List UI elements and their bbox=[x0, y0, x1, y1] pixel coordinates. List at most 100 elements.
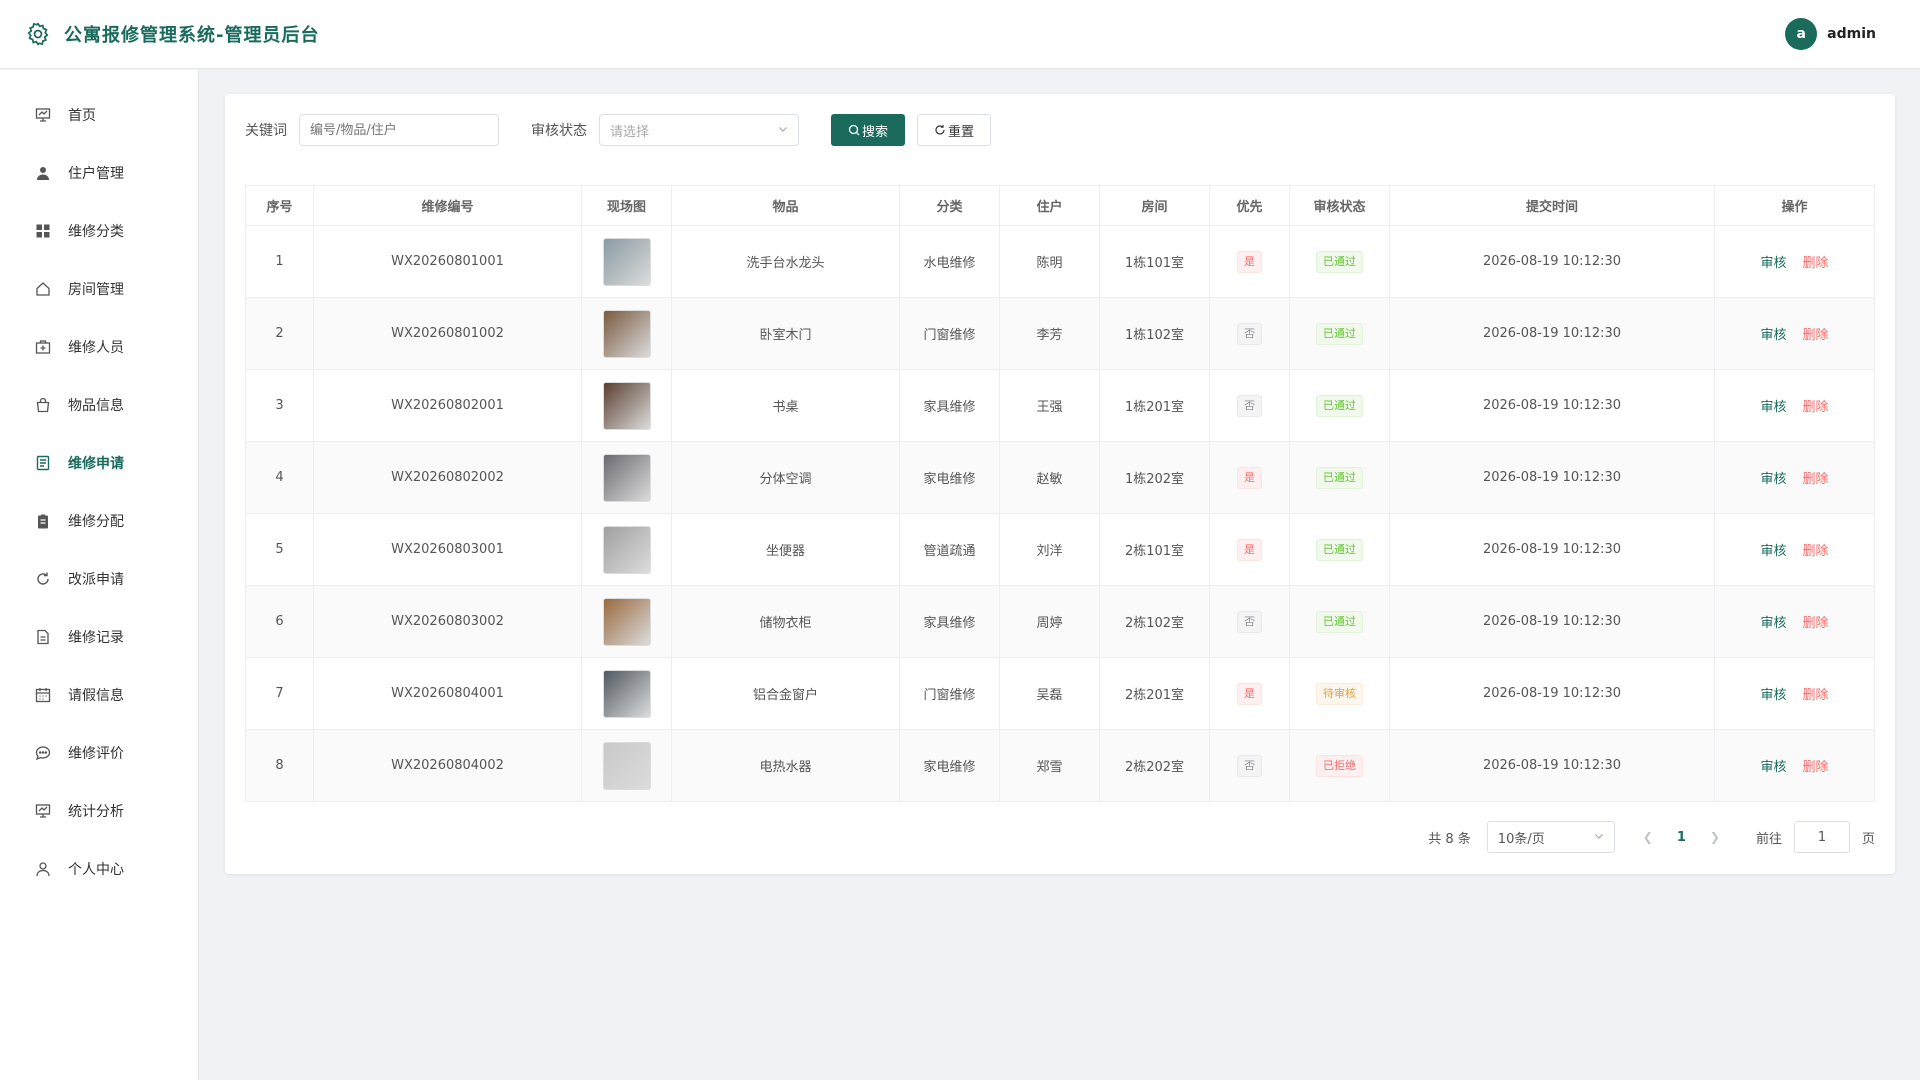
site-photo-thumbnail[interactable] bbox=[602, 525, 651, 574]
sidebar-item-home[interactable]: 首页 bbox=[0, 86, 198, 144]
cell-submit-time: 2026-08-19 10:12:30 bbox=[1389, 225, 1715, 298]
sidebar-item-repair-requests[interactable]: 维修申请 bbox=[0, 434, 198, 492]
audit-button[interactable]: 审核 bbox=[1760, 328, 1786, 343]
cell-category: 管道疏通 bbox=[899, 513, 1000, 586]
sidebar-item-rooms[interactable]: 房间管理 bbox=[0, 260, 198, 318]
sidebar-item-categories[interactable]: 维修分类 bbox=[0, 202, 198, 260]
audit-button[interactable]: 审核 bbox=[1760, 616, 1786, 631]
site-photo-thumbnail[interactable] bbox=[602, 309, 651, 358]
priority-tag: 否 bbox=[1237, 754, 1262, 777]
cell-actions: 审核 删除 bbox=[1714, 657, 1875, 730]
cell-room: 1栋202室 bbox=[1099, 441, 1210, 514]
site-photo-thumbnail[interactable] bbox=[602, 381, 651, 430]
cell-index: 1 bbox=[245, 225, 314, 298]
audit-button[interactable]: 审核 bbox=[1760, 400, 1786, 415]
cell-category: 家具维修 bbox=[899, 585, 1000, 658]
site-photo-thumbnail[interactable] bbox=[602, 453, 651, 502]
reset-button[interactable]: 重置 bbox=[917, 114, 991, 146]
sidebar-item-label: 维修记录 bbox=[68, 630, 124, 646]
status-badge: 待审核 bbox=[1316, 682, 1363, 705]
refresh-icon bbox=[34, 570, 52, 588]
sidebar-item-records[interactable]: 维修记录 bbox=[0, 608, 198, 666]
delete-button[interactable]: 删除 bbox=[1803, 472, 1829, 487]
delete-button[interactable]: 删除 bbox=[1803, 400, 1829, 415]
cell-actions: 审核 删除 bbox=[1714, 225, 1875, 298]
sidebar-item-label: 物品信息 bbox=[68, 398, 124, 414]
audit-button[interactable]: 审核 bbox=[1760, 760, 1786, 775]
sidebar-item-reviews[interactable]: 维修评价 bbox=[0, 724, 198, 782]
site-photo-thumbnail[interactable] bbox=[602, 597, 651, 646]
delete-button[interactable]: 删除 bbox=[1803, 256, 1829, 271]
status-select-placeholder: 请选择 bbox=[610, 124, 650, 140]
cell-item: 铝合金窗户 bbox=[671, 657, 900, 730]
goto-label: 前往 bbox=[1755, 831, 1782, 847]
sidebar-item-residents[interactable]: 住户管理 bbox=[0, 144, 198, 202]
page-size-select[interactable]: 10条/页 bbox=[1486, 821, 1615, 853]
delete-button[interactable]: 删除 bbox=[1803, 760, 1829, 775]
sidebar-item-label: 统计分析 bbox=[68, 804, 124, 820]
user-menu[interactable]: a admin bbox=[1785, 18, 1876, 50]
sidebar-item-assignment[interactable]: 维修分配 bbox=[0, 492, 198, 550]
keyword-input[interactable] bbox=[299, 114, 499, 146]
record-icon bbox=[34, 628, 52, 646]
sidebar-item-leave[interactable]: 请假信息 bbox=[0, 666, 198, 724]
cell-resident: 郑雪 bbox=[999, 729, 1100, 802]
delete-button[interactable]: 删除 bbox=[1803, 328, 1829, 343]
sidebar-item-profile[interactable]: 个人中心 bbox=[0, 840, 198, 898]
sidebar-item-label: 维修分配 bbox=[68, 514, 124, 530]
cell-photo bbox=[581, 297, 672, 370]
audit-button[interactable]: 审核 bbox=[1760, 544, 1786, 559]
repair-request-table: 序号 维修编号 现场图 物品 分类 住户 房间 优先 审核状态 提交时间 操作 … bbox=[245, 185, 1875, 802]
cell-actions: 审核 删除 bbox=[1714, 513, 1875, 586]
cell-category: 家电维修 bbox=[899, 441, 1000, 514]
sidebar-item-label: 个人中心 bbox=[68, 862, 124, 878]
cell-item: 电热水器 bbox=[671, 729, 900, 802]
delete-button[interactable]: 删除 bbox=[1803, 688, 1829, 703]
cell-index: 6 bbox=[245, 585, 314, 658]
column-header: 住户 bbox=[999, 185, 1100, 226]
cell-repair-code: WX20260803001 bbox=[313, 513, 582, 586]
goto-page-input[interactable]: 1 bbox=[1793, 821, 1850, 853]
prev-page-icon[interactable]: ❮ bbox=[1643, 830, 1653, 844]
cell-item: 分体空调 bbox=[671, 441, 900, 514]
column-header: 操作 bbox=[1714, 185, 1875, 226]
cell-index: 4 bbox=[245, 441, 314, 514]
column-header: 现场图 bbox=[581, 185, 672, 226]
status-select[interactable]: 请选择 bbox=[599, 114, 799, 146]
sidebar-item-reassign[interactable]: 改派申请 bbox=[0, 550, 198, 608]
audit-button[interactable]: 审核 bbox=[1760, 688, 1786, 703]
search-button[interactable]: 搜索 bbox=[831, 114, 905, 146]
sidebar-item-statistics[interactable]: 统计分析 bbox=[0, 782, 198, 840]
cell-repair-code: WX20260804001 bbox=[313, 657, 582, 730]
sidebar-item-staff[interactable]: 维修人员 bbox=[0, 318, 198, 376]
sidebar-item-items[interactable]: 物品信息 bbox=[0, 376, 198, 434]
cell-priority: 是 bbox=[1209, 513, 1290, 586]
status-badge: 已通过 bbox=[1316, 466, 1363, 489]
cell-status: 已通过 bbox=[1289, 225, 1390, 298]
status-badge: 已拒绝 bbox=[1316, 754, 1363, 777]
audit-button[interactable]: 审核 bbox=[1760, 472, 1786, 487]
table-row: 6 WX20260803002 储物衣柜 家具维修 周婷 2栋102室 否 已通过 2026-0… bbox=[245, 585, 1875, 658]
cell-item: 储物衣柜 bbox=[671, 585, 900, 658]
page-number-current[interactable]: 1 bbox=[1677, 830, 1686, 845]
table-row: 3 WX20260802001 书桌 家具维修 王强 1栋201室 否 已通过 2026-08-… bbox=[245, 369, 1875, 442]
site-photo-thumbnail[interactable] bbox=[602, 741, 651, 790]
audit-button[interactable]: 审核 bbox=[1760, 256, 1786, 271]
delete-button[interactable]: 删除 bbox=[1803, 544, 1829, 559]
table-row: 2 WX20260801002 卧室木门 门窗维修 李芳 1栋102室 否 已通过 2026-0… bbox=[245, 297, 1875, 370]
priority-tag: 否 bbox=[1237, 394, 1262, 417]
cell-room: 2栋102室 bbox=[1099, 585, 1210, 658]
chat-icon bbox=[34, 744, 52, 762]
username[interactable]: admin bbox=[1827, 26, 1876, 42]
cell-submit-time: 2026-08-19 10:12:30 bbox=[1389, 441, 1715, 514]
site-photo-thumbnail[interactable] bbox=[602, 237, 651, 286]
cell-photo bbox=[581, 513, 672, 586]
cell-priority: 是 bbox=[1209, 657, 1290, 730]
cell-priority: 否 bbox=[1209, 729, 1290, 802]
avatar[interactable]: a bbox=[1785, 18, 1818, 50]
next-page-icon[interactable]: ❯ bbox=[1710, 830, 1720, 844]
site-photo-thumbnail[interactable] bbox=[602, 669, 651, 718]
delete-button[interactable]: 删除 bbox=[1803, 616, 1829, 631]
column-header: 维修编号 bbox=[313, 185, 582, 226]
cell-status: 待审核 bbox=[1289, 657, 1390, 730]
